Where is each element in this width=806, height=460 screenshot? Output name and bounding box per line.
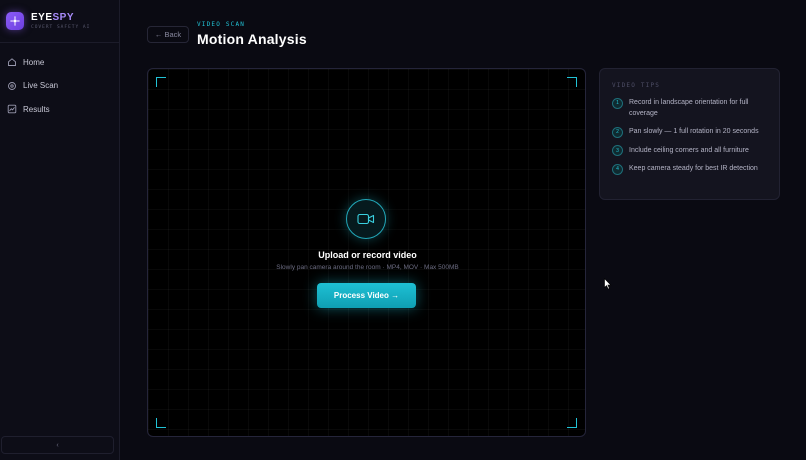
tip-number: 1: [612, 97, 623, 109]
frame-corner-bottom-right: [567, 418, 577, 428]
tip-text: Pan slowly — 1 full rotation in 20 secon…: [629, 128, 759, 135]
video-tips-panel: VIDEO TIPS 1 Record in landscape orienta…: [599, 68, 780, 200]
tips-title: VIDEO TIPS: [612, 82, 661, 89]
page-eyebrow: VIDEO SCAN: [197, 21, 246, 28]
video-upload-dropzone[interactable]: Upload or record video Slowly pan camera…: [147, 68, 586, 437]
sidebar-nav: Home Live Scan Results: [0, 52, 120, 123]
tip-number: 4: [612, 163, 623, 175]
video-camera-icon: [346, 199, 386, 239]
frame-corner-top-right: [567, 77, 577, 87]
sidebar-item-home[interactable]: Home: [0, 52, 120, 72]
home-icon: [7, 57, 17, 67]
brand-name: EYESPY: [31, 12, 75, 23]
tip-text: Record in landscape orientation for full…: [629, 99, 749, 117]
frame-corner-top-left: [156, 77, 166, 87]
sidebar-item-live-scan[interactable]: Live Scan: [0, 76, 120, 96]
frame-corner-bottom-left: [156, 418, 166, 428]
tip-number: 3: [612, 145, 623, 156]
tip-text: Keep camera steady for best IR detection: [629, 165, 758, 172]
tip-item: 3 Include ceiling corners and all furnit…: [612, 145, 767, 156]
brand-tagline: COVERT SAFETY AI: [31, 25, 91, 30]
tip-item: 1 Record in landscape orientation for fu…: [612, 97, 767, 119]
scan-icon: [7, 81, 17, 91]
sidebar-item-label: Live Scan: [23, 81, 59, 90]
tip-number: 2: [612, 126, 623, 138]
sidebar-item-results[interactable]: Results: [0, 99, 120, 119]
mouse-cursor-icon: [604, 278, 612, 290]
collapse-sidebar-button[interactable]: ‹: [1, 436, 114, 454]
sidebar-item-label: Results: [23, 104, 50, 114]
chart-icon: [7, 104, 17, 114]
brand[interactable]: EYESPY COVERT SAFETY AI: [0, 0, 119, 43]
page-title: Motion Analysis: [197, 31, 307, 47]
sidebar-item-label: Home: [23, 57, 45, 67]
back-button[interactable]: ← Back: [147, 26, 189, 43]
process-video-button[interactable]: Process Video →: [317, 283, 416, 308]
tip-item: 2 Pan slowly — 1 full rotation in 20 sec…: [612, 126, 767, 138]
tip-text: Include ceiling corners and all furnitur…: [629, 146, 749, 154]
tip-item: 4 Keep camera steady for best IR detecti…: [612, 163, 767, 175]
upload-title: Upload or record video: [318, 250, 417, 260]
upload-subtitle: Slowly pan camera around the room · MP4,…: [276, 264, 459, 271]
sidebar: EYESPY COVERT SAFETY AI Home Live Scan R…: [0, 0, 120, 460]
eye-logo-icon: [6, 12, 24, 30]
